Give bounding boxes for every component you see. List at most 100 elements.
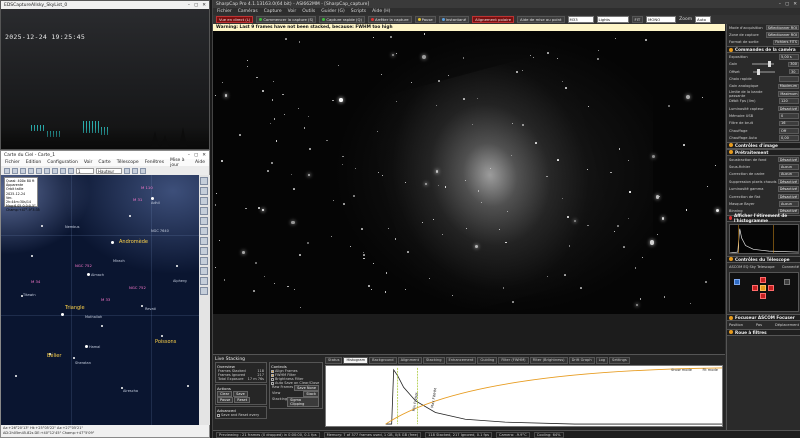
stacking-select[interactable]: Sigma Clipping bbox=[287, 397, 319, 407]
hot-pixel-select[interactable]: Désactivé bbox=[777, 178, 799, 185]
capture-area-select[interactable]: Sélectionner ROI bbox=[765, 32, 799, 38]
exposure-input[interactable]: 5,00 s bbox=[779, 54, 799, 60]
menu-telescope[interactable]: Télescope bbox=[117, 160, 139, 165]
minimize-icon[interactable]: – bbox=[779, 2, 781, 7]
checkbox[interactable] bbox=[217, 413, 220, 417]
east-arrow-icon[interactable] bbox=[768, 285, 774, 292]
menu-voir[interactable]: Voir bbox=[84, 160, 93, 165]
checkbox[interactable] bbox=[271, 369, 274, 373]
pause-button[interactable]: Pause bbox=[414, 16, 436, 23]
tab-guiding[interactable]: Guiding bbox=[477, 357, 498, 364]
comet-icon[interactable] bbox=[200, 237, 208, 245]
menu-guider[interactable]: Guider (G) bbox=[321, 9, 345, 14]
noise-filter-input[interactable]: 16 bbox=[779, 120, 799, 127]
menu-carte[interactable]: Carte bbox=[98, 160, 110, 165]
gamma-select[interactable]: Désactivé bbox=[777, 186, 799, 192]
stop-capture-button[interactable]: Arrêter la capture bbox=[367, 16, 412, 23]
menu-fenetres[interactable]: Fenêtres bbox=[145, 160, 164, 165]
capture-mode-select[interactable]: Sélectionner ROI bbox=[765, 24, 799, 31]
auto-heater-input[interactable]: 0,00 bbox=[779, 135, 799, 141]
usb-memory-input[interactable]: 0 bbox=[779, 113, 799, 119]
histogram-header[interactable]: Afficher l'étirement de l'histogramme bbox=[727, 213, 800, 223]
menu-miseajour[interactable]: Mise à jour bbox=[170, 158, 189, 168]
south-icon[interactable] bbox=[52, 167, 58, 174]
reset-button[interactable]: Reset bbox=[234, 397, 251, 403]
quick-pick-select[interactable] bbox=[779, 76, 799, 82]
live-view-button[interactable]: Vue en direct (L) bbox=[216, 16, 254, 23]
image-controls-header[interactable]: Contrôles d'image bbox=[727, 141, 800, 149]
close-icon[interactable]: ✕ bbox=[202, 3, 206, 8]
lines-icon[interactable] bbox=[200, 197, 208, 205]
menu-outils[interactable]: Outils bbox=[302, 9, 315, 14]
nebula-icon[interactable] bbox=[200, 187, 208, 195]
maximize-icon[interactable]: ▢ bbox=[785, 2, 789, 7]
filter-wheel-header[interactable]: Roue à filtres bbox=[727, 328, 800, 336]
south-arrow-icon[interactable] bbox=[760, 293, 766, 300]
telescope-icon[interactable] bbox=[124, 167, 130, 174]
checkbox[interactable] bbox=[271, 373, 274, 377]
close-icon[interactable]: ✕ bbox=[793, 2, 797, 7]
tab-filter-fwhm[interactable]: Filter (FWHM) bbox=[498, 357, 529, 364]
tab-enhancement[interactable]: Enhancement bbox=[445, 357, 477, 364]
labels-icon[interactable] bbox=[200, 207, 208, 215]
horizon-icon[interactable] bbox=[200, 247, 208, 255]
zoom-out-icon[interactable] bbox=[12, 167, 18, 174]
grid-icon[interactable] bbox=[36, 167, 42, 174]
menu-voir[interactable]: Voir bbox=[288, 9, 297, 14]
maximize-icon[interactable]: ▢ bbox=[194, 3, 198, 8]
offset-slider[interactable] bbox=[753, 68, 776, 75]
focus-assist-button[interactable]: Aide de mise au point bbox=[517, 16, 565, 23]
flip-icon[interactable] bbox=[28, 167, 34, 174]
flat-select[interactable]: Désactivé bbox=[777, 193, 799, 200]
menu-fichier[interactable]: Fichier bbox=[5, 160, 20, 165]
west-icon[interactable] bbox=[68, 167, 74, 174]
slider-knob[interactable] bbox=[757, 68, 761, 75]
tab-alignment[interactable]: Alignment bbox=[397, 357, 422, 364]
tab-background[interactable]: Background bbox=[369, 357, 397, 364]
speed-icon[interactable] bbox=[784, 279, 790, 286]
gain-slider[interactable] bbox=[751, 61, 774, 68]
gain-input[interactable]: 300 bbox=[788, 61, 799, 67]
zoom-in-icon[interactable] bbox=[4, 167, 10, 174]
polar-align-button[interactable]: Alignement polaire bbox=[472, 16, 515, 23]
capture-titlebar[interactable]: SharpCap Pro 4.1.13163.0(64 bit) - ASI66… bbox=[213, 0, 800, 8]
tab-filter-brightness[interactable]: Filter (Brightness) bbox=[529, 357, 568, 364]
fit-button[interactable]: FIT bbox=[631, 16, 644, 23]
east-icon[interactable] bbox=[60, 167, 66, 174]
north-icon[interactable] bbox=[44, 167, 50, 174]
fov-spinner[interactable]: 1 bbox=[76, 167, 94, 174]
menu-cameras[interactable]: Caméras bbox=[238, 9, 258, 14]
search-icon[interactable] bbox=[132, 167, 138, 174]
analog-gain-select[interactable]: Maximum bbox=[777, 83, 799, 90]
focuser-header[interactable]: Focuseur ASCOM Focuser bbox=[727, 314, 800, 322]
zoom-select[interactable]: Auto bbox=[695, 16, 712, 23]
fps-limit-input[interactable]: 120 bbox=[779, 98, 799, 104]
frame-type-select[interactable]: Lights bbox=[596, 16, 629, 23]
color-mode-select[interactable]: MONO bbox=[646, 16, 677, 23]
menu-configuration[interactable]: Configuration bbox=[47, 160, 78, 165]
constellation-icon[interactable] bbox=[200, 287, 208, 295]
view-select[interactable]: Hauteur bbox=[96, 167, 122, 174]
quick-capture-button[interactable]: Capture rapide (Q) bbox=[319, 16, 365, 23]
milkyway-icon[interactable] bbox=[200, 267, 208, 275]
grid-icon[interactable] bbox=[200, 277, 208, 285]
menu-fichier[interactable]: Fichier bbox=[217, 9, 232, 14]
bandwidth-select[interactable]: Maximum bbox=[778, 91, 799, 97]
park-icon[interactable] bbox=[734, 279, 740, 286]
settings-icon[interactable] bbox=[140, 167, 146, 174]
allsky-titlebar[interactable]: EDSCaptureAllsky_SkyList_0 – ▢ ✕ bbox=[1, 1, 209, 9]
target-name-field[interactable]: M33 bbox=[567, 16, 594, 23]
maximize-icon[interactable]: ▢ bbox=[194, 153, 198, 158]
tab-status[interactable]: Status bbox=[325, 357, 343, 364]
menu-aide[interactable]: Aide bbox=[195, 160, 205, 165]
stack-histogram-graph[interactable]: Min FWHM Max FWHM Show mode Fit mode bbox=[325, 365, 723, 427]
tab-settings[interactable]: Settings bbox=[609, 357, 630, 364]
planet-icon[interactable] bbox=[200, 217, 208, 225]
slider-knob[interactable] bbox=[767, 61, 771, 68]
tab-stacking[interactable]: Stacking bbox=[422, 357, 445, 364]
output-format-select[interactable]: Fichiers FITS bbox=[773, 39, 799, 46]
asteroid-icon[interactable] bbox=[200, 227, 208, 235]
start-capture-button[interactable]: Commencer la capture (S) bbox=[256, 16, 317, 23]
close-icon[interactable]: ✕ bbox=[202, 153, 206, 158]
frame-correction-select[interactable]: Aucun bbox=[779, 171, 799, 178]
